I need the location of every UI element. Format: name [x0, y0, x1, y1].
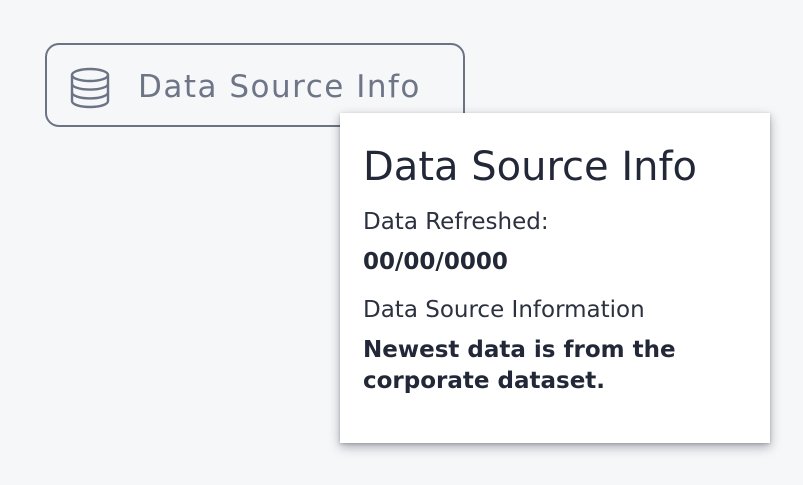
data-refreshed-value: 00/00/0000 [363, 249, 508, 275]
data-source-information-label: Data Source Information [363, 297, 645, 323]
database-icon [70, 67, 110, 109]
data-source-info-button-label: Data Source Info [138, 69, 421, 105]
popover-title: Data Source Info [363, 144, 698, 190]
data-refreshed-label: Data Refreshed: [363, 209, 549, 235]
data-source-information-value: Newest data is from the corporate datase… [363, 337, 676, 394]
data-source-info-popover: Data Source Info Data Refreshed: 00/00/0… [340, 113, 770, 443]
